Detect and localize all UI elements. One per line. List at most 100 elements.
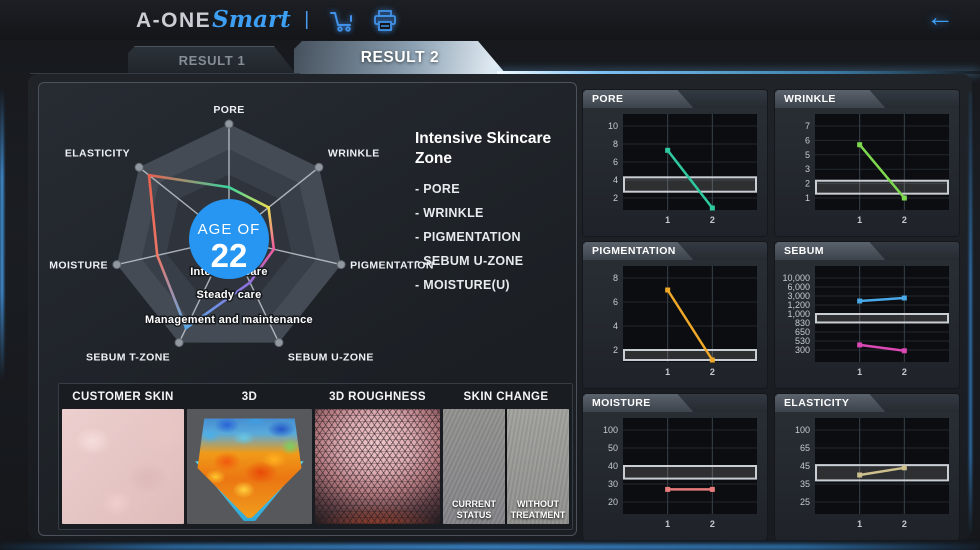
svg-text:300: 300 xyxy=(795,345,810,355)
radar-axis-label: ELASTICITY xyxy=(65,147,130,159)
right-edge-glow xyxy=(969,92,972,536)
zone-item: - SEBUM U-ZONE xyxy=(415,254,587,268)
skincare-zone-list: - PORE - WRINKLE - PIGMENTATION - SEBUM U-Z… xyxy=(415,182,587,292)
svg-text:7: 7 xyxy=(805,121,810,131)
svg-text:2: 2 xyxy=(805,179,810,189)
svg-text:2: 2 xyxy=(710,519,715,529)
zone-item: - WRINKLE xyxy=(415,206,587,220)
skin-change-without-image: WITHOUT TREATMENT xyxy=(507,409,569,524)
svg-text:2: 2 xyxy=(613,345,618,355)
svg-text:8: 8 xyxy=(613,139,618,149)
svg-text:65: 65 xyxy=(800,443,810,453)
svg-text:6: 6 xyxy=(613,157,618,167)
customer-skin-image xyxy=(62,409,184,524)
skin-change-current-image: CURRENT STATUS xyxy=(443,409,505,524)
analysis-panel: Intensive careSteady careManagement and … xyxy=(38,82,577,536)
ring-label: Management and maintenance xyxy=(145,314,313,326)
chart-panel-sebum: SEBUM10,0006,0003,0001,2001,000830650530… xyxy=(775,242,959,388)
topbar-divider: | xyxy=(304,9,309,30)
svg-text:1: 1 xyxy=(857,215,862,225)
radar-axis-label: SEBUM U-ZONE xyxy=(288,352,374,364)
svg-text:2: 2 xyxy=(902,519,907,529)
svg-text:2: 2 xyxy=(710,367,715,377)
chart-title: PIGMENTATION xyxy=(592,245,676,257)
svg-text:1: 1 xyxy=(857,367,862,377)
svg-text:1: 1 xyxy=(665,215,670,225)
svg-text:100: 100 xyxy=(603,425,618,435)
svg-text:6: 6 xyxy=(805,135,810,145)
chart-panel-pore: PORE 10 8 6 4 2 1 2 xyxy=(583,90,767,236)
zone-item: - PIGMENTATION xyxy=(415,230,587,244)
svg-text:3: 3 xyxy=(805,164,810,174)
svg-text:1: 1 xyxy=(665,519,670,529)
chart-title: PORE xyxy=(592,93,623,105)
chart-header: PIGMENTATION xyxy=(583,242,767,260)
chart-title-tab: PORE xyxy=(583,90,693,108)
printer-icon[interactable] xyxy=(372,9,398,38)
chart-title-tab: SEBUM xyxy=(775,242,885,260)
svg-text:1: 1 xyxy=(665,367,670,377)
3d-roughness-image xyxy=(315,409,440,524)
column-header-customer-skin: CUSTOMER SKIN xyxy=(62,391,184,403)
chart-title: SEBUM xyxy=(784,245,824,257)
svg-text:2: 2 xyxy=(902,215,907,225)
tab-result-2[interactable]: RESULT 2 xyxy=(294,41,506,74)
topbar: A-ONESmart | ← xyxy=(0,0,980,40)
svg-text:1: 1 xyxy=(805,193,810,203)
svg-text:10: 10 xyxy=(608,121,618,131)
svg-text:45: 45 xyxy=(800,461,810,471)
comparison-images: CURRENT STATUS WITHOUT TREATMENT xyxy=(59,409,572,524)
3d-image-surface xyxy=(193,412,306,520)
chart-header: WRINKLE xyxy=(775,90,959,108)
skin-change-without-label: WITHOUT TREATMENT xyxy=(507,499,569,521)
bottom-edge-glow xyxy=(0,544,980,550)
svg-text:2: 2 xyxy=(710,215,715,225)
svg-text:2: 2 xyxy=(613,193,618,203)
ring-label: Steady care xyxy=(196,289,261,301)
chart-title-tab: PIGMENTATION xyxy=(583,242,693,260)
chart-panel-moisture: MOISTURE1005040302012 xyxy=(583,394,767,540)
svg-text:30: 30 xyxy=(608,479,618,489)
age-of-label: AGE OF xyxy=(198,221,261,238)
mini-charts-grid: PORE10864212WRINKLE76532112PIGMENTATION8… xyxy=(583,90,959,540)
left-edge-glow xyxy=(0,88,4,380)
radar-axis-label: SEBUM T-ZONE xyxy=(86,352,170,364)
svg-text:50: 50 xyxy=(608,443,618,453)
brand-accent-text: Smart xyxy=(212,6,291,33)
skin-change-current-label: CURRENT STATUS xyxy=(443,499,505,521)
comparison-strip: CUSTOMER SKIN 3D 3D ROUGHNESS SKIN CHANG… xyxy=(58,383,573,530)
cart-icon[interactable] xyxy=(329,9,356,38)
svg-text:4: 4 xyxy=(613,175,618,185)
chart-title-tab: WRINKLE xyxy=(775,90,885,108)
svg-text:4: 4 xyxy=(613,321,618,331)
skincare-zone-title: Intensive Skincare Zone xyxy=(415,129,587,169)
age-value: 22 xyxy=(211,237,248,274)
svg-text:40: 40 xyxy=(608,461,618,471)
svg-text:6: 6 xyxy=(613,297,618,307)
zone-item: - PORE xyxy=(415,182,587,196)
svg-text:2: 2 xyxy=(902,367,907,377)
column-header-3d: 3D xyxy=(187,391,312,403)
chart-title-tab: ELASTICITY xyxy=(775,394,885,412)
skincare-zone-block: Intensive Skincare Zone - PORE- WRINKLE-… xyxy=(415,129,587,302)
chart-plot: 10 8 6 4 2 1 2 xyxy=(583,110,767,236)
chart-plot: 8 6 4 2 1 2 xyxy=(583,262,767,388)
chart-title: WRINKLE xyxy=(784,93,836,105)
brand-primary-text: A-ONE xyxy=(136,9,211,32)
brand-logo: A-ONESmart | xyxy=(136,6,404,38)
svg-text:20: 20 xyxy=(608,497,618,507)
chart-header: ELASTICITY xyxy=(775,394,959,412)
back-arrow-icon[interactable]: ← xyxy=(926,1,954,33)
chart-plot: 1006545352512 xyxy=(775,414,959,540)
tab-result-1[interactable]: RESULT 1 xyxy=(128,46,296,74)
comparison-headers: CUSTOMER SKIN 3D 3D ROUGHNESS SKIN CHANG… xyxy=(59,384,572,409)
svg-text:5: 5 xyxy=(805,150,810,160)
3d-image xyxy=(187,409,312,524)
svg-text:8: 8 xyxy=(613,273,618,283)
column-header-3d-roughness: 3D ROUGHNESS xyxy=(315,391,440,403)
chart-panel-wrinkle: WRINKLE 7 6 5 3 2 1 1 2 xyxy=(775,90,959,236)
chart-header: SEBUM xyxy=(775,242,959,260)
radar-axis-label: MOISTURE xyxy=(49,260,108,272)
chart-plot: 7 6 5 3 2 1 1 2 xyxy=(775,110,959,236)
chart-plot: 100 50 40 30 20 1 2 xyxy=(583,414,767,540)
